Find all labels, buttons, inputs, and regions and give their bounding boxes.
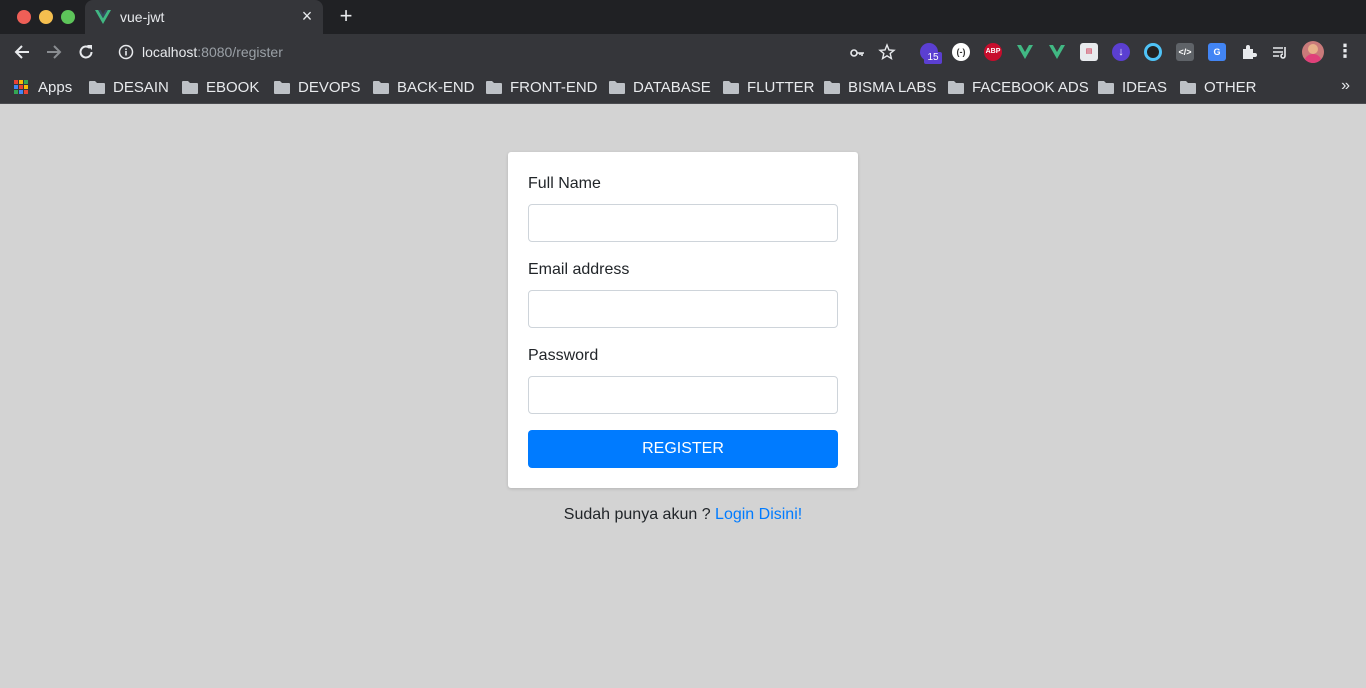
full-name-label: Full Name [528, 175, 601, 192]
login-link[interactable]: Login Disini! [715, 506, 802, 523]
bookmark-label: DATABASE [633, 78, 711, 96]
bookmark-star-icon[interactable] [878, 43, 896, 61]
bookmark-folder-bisma-labs[interactable]: BISMA LABS [824, 77, 936, 97]
download-icon[interactable]: ↓ [1112, 43, 1130, 61]
profile-avatar[interactable] [1302, 41, 1324, 63]
reload-icon[interactable] [76, 42, 96, 62]
url-text[interactable]: localhost:8080/register [142, 44, 283, 60]
key-icon[interactable] [849, 45, 865, 61]
adblock-plus-icon[interactable]: ABP [984, 43, 1002, 61]
email-label: Email address [528, 261, 630, 278]
bookmark-label: DEVOPS [298, 78, 361, 96]
folder-icon [89, 80, 105, 94]
translate-icon[interactable]: G [1208, 43, 1226, 61]
window-minimize-button[interactable] [39, 10, 53, 24]
password-input[interactable] [528, 376, 838, 414]
apps-shortcut[interactable]: Apps [14, 77, 72, 97]
bookmark-label: BACK-END [397, 78, 475, 96]
browser-titlebar: vue-jwt × + [0, 0, 1366, 34]
bookmark-folder-ideas[interactable]: IDEAS [1098, 77, 1167, 97]
email-input[interactable] [528, 290, 838, 328]
window-maximize-button[interactable] [61, 10, 75, 24]
bookmark-label: IDEAS [1122, 78, 1168, 96]
folder-icon [274, 80, 290, 94]
bookmark-label: FACEBOOK ADS [972, 78, 1089, 96]
full-name-input[interactable] [528, 204, 838, 242]
bookmark-folder-flutter[interactable]: FLUTTER [723, 77, 815, 97]
extension-badge: 15 [924, 52, 942, 64]
window-close-button[interactable] [17, 10, 31, 24]
bookmarks-overflow-icon[interactable]: » [1341, 77, 1350, 95]
apps-label: Apps [38, 78, 73, 96]
login-prompt-text: Sudah punya akun ? [563, 506, 711, 523]
puzzle-icon[interactable] [1240, 43, 1258, 61]
bookmark-label: EBOOK [206, 78, 260, 96]
folder-icon [723, 80, 739, 94]
bookmark-folder-desain[interactable]: DESAIN [89, 77, 169, 97]
site-info-icon[interactable] [118, 44, 134, 60]
tab-title: vue-jwt [120, 9, 165, 25]
bookmark-folder-front-end[interactable]: FRONT-END [486, 77, 598, 97]
vue-logo-icon [95, 10, 111, 24]
folder-icon [609, 80, 625, 94]
folder-icon [948, 80, 964, 94]
extension-2-icon[interactable]: (-) [952, 43, 970, 61]
register-card: Full Name Email address Password REGISTE… [508, 152, 858, 488]
bookmark-label: FRONT-END [510, 78, 598, 96]
apps-grid-icon [14, 80, 28, 94]
vue-devtools-2-icon[interactable] [1048, 43, 1066, 61]
menu-kebab-icon[interactable]: ⋮ [1336, 40, 1354, 61]
browser-toolbar: localhost:8080/register (-) ABP ▤ ↓ </> … [0, 34, 1366, 70]
password-label: Password [528, 347, 599, 364]
register-button[interactable]: REGISTER [528, 430, 838, 468]
new-tab-button[interactable]: + [336, 4, 356, 28]
bookmark-label: DESAIN [113, 78, 169, 96]
folder-icon [1180, 80, 1196, 94]
back-arrow-icon[interactable] [12, 42, 32, 62]
reading-list-icon[interactable] [1271, 43, 1289, 61]
bookmarks-bar: Apps DESAIN EBOOK DEVOPS BACK-END FRONT-… [0, 70, 1366, 104]
forward-arrow-icon[interactable] [44, 42, 64, 62]
bookmark-folder-other[interactable]: OTHER [1180, 77, 1257, 97]
address-bar[interactable]: localhost:8080/register [108, 37, 908, 67]
bookmark-folder-facebook-ads[interactable]: FACEBOOK ADS [948, 77, 1089, 97]
folder-icon [182, 80, 198, 94]
extension-8-icon[interactable] [1144, 43, 1162, 61]
extension-6-icon[interactable]: ▤ [1080, 43, 1098, 61]
bookmark-label: OTHER [1204, 78, 1257, 96]
bookmark-folder-back-end[interactable]: BACK-END [373, 77, 475, 97]
bookmark-folder-devops[interactable]: DEVOPS [274, 77, 361, 97]
folder-icon [486, 80, 502, 94]
url-path: :8080/register [197, 44, 283, 60]
folder-icon [1098, 80, 1114, 94]
login-prompt: Sudah punya akun ? Login Disini! [0, 506, 1366, 524]
vue-devtools-icon[interactable] [1016, 43, 1034, 61]
browser-tab[interactable]: vue-jwt × [85, 0, 323, 34]
bookmark-label: BISMA LABS [848, 78, 937, 96]
folder-icon [373, 80, 389, 94]
bookmark-folder-ebook[interactable]: EBOOK [182, 77, 259, 97]
folder-icon [824, 80, 840, 94]
bookmark-label: FLUTTER [747, 78, 815, 96]
tab-close-icon[interactable]: × [300, 7, 314, 25]
url-host: localhost [142, 44, 198, 60]
bookmark-folder-database[interactable]: DATABASE [609, 77, 711, 97]
code-icon[interactable]: </> [1176, 43, 1194, 61]
